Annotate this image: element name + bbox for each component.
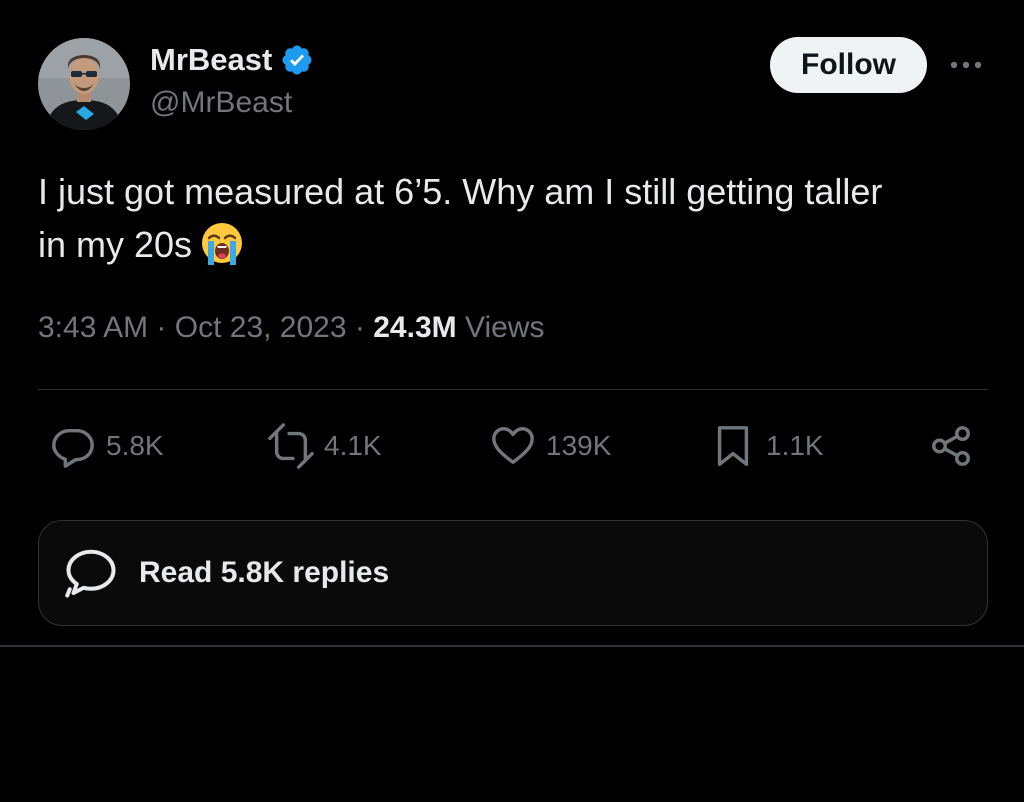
more-horizontal-icon — [950, 61, 982, 69]
share-icon — [932, 426, 970, 466]
author-handle[interactable]: @MrBeast — [150, 86, 292, 120]
repost-count: 4.1K — [324, 430, 382, 461]
divider — [38, 389, 988, 390]
tweet-text-line-2: in my 20s — [38, 224, 193, 265]
like-button[interactable]: 139K — [490, 422, 611, 470]
follow-button[interactable]: Follow — [770, 37, 927, 93]
like-icon — [492, 427, 534, 465]
tweet-card: MrBeast @MrBeast Follow I just got measu… — [0, 0, 1024, 646]
read-replies-label: Read 5.8K replies — [139, 556, 390, 589]
meta-separator: · — [156, 311, 167, 344]
avatar-image — [38, 38, 130, 130]
tweet-meta: 3:43 AM · Oct 23, 2023 · 24.3M Views — [38, 311, 544, 345]
loudly-crying-face-icon — [198, 219, 246, 267]
views-label: Views — [464, 311, 545, 344]
share-button[interactable] — [928, 422, 984, 470]
display-name[interactable]: MrBeast — [150, 42, 272, 78]
reply-button[interactable]: 5.8K — [50, 422, 164, 470]
views-count: 24.3M — [373, 311, 457, 344]
bookmark-count: 1.1K — [766, 430, 824, 461]
bookmark-button[interactable]: 1.1K — [710, 422, 824, 470]
bookmark-icon — [717, 426, 749, 466]
replies-bubble-icon — [65, 549, 116, 598]
meta-separator: · — [354, 311, 365, 344]
like-count: 139K — [546, 430, 612, 461]
verified-badge-icon — [280, 43, 314, 77]
tweet-text: I just got measured at 6’5. Why am I sti… — [38, 165, 998, 271]
repost-button[interactable]: 4.1K — [268, 422, 382, 470]
tweet-text-line-1: I just got measured at 6’5. Why am I sti… — [38, 171, 883, 212]
bottom-divider — [0, 645, 1024, 647]
avatar[interactable] — [38, 38, 130, 130]
reply-icon — [52, 428, 94, 468]
tweet-time[interactable]: 3:43 AM — [38, 311, 148, 344]
more-options-button[interactable] — [944, 48, 988, 82]
read-replies-button[interactable]: Read 5.8K replies — [38, 520, 988, 626]
repost-icon — [268, 423, 314, 469]
tweet-date[interactable]: Oct 23, 2023 — [175, 311, 347, 344]
reply-count: 5.8K — [106, 430, 164, 461]
author-name-row[interactable]: MrBeast — [150, 40, 314, 80]
